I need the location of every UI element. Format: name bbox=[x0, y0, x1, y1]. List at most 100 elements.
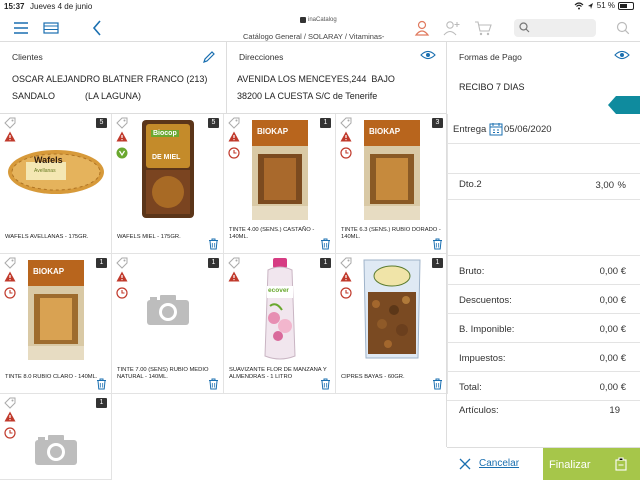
product-card[interactable]: 1 BIOKAP TINTE 8.0 RUBIO CLARO - 140ML. bbox=[0, 254, 112, 394]
product-card[interactable]: 1 BIOKAP TINTE 4.00 (SENS.) CASTAÑO - 14… bbox=[224, 114, 336, 254]
tag-icon bbox=[4, 257, 16, 269]
product-card[interactable]: 1 CIPRES BAYAS - 60GR. bbox=[336, 254, 448, 394]
warning-icon bbox=[4, 411, 16, 422]
logo-text: inaCatalog bbox=[308, 17, 337, 23]
trash-icon[interactable] bbox=[208, 238, 219, 250]
finalize-button[interactable]: Finalizar bbox=[543, 448, 640, 480]
address-line2: 38200 LA CUESTA S/C de Tenerife bbox=[237, 91, 378, 101]
product-name: SUAVIZANTE FLOR DE MANZANA Y ALMENDRAS -… bbox=[229, 367, 327, 380]
quantity-badge: 1 bbox=[320, 118, 331, 128]
dto-label: Dto.2 bbox=[459, 179, 482, 190]
warning-icon bbox=[4, 131, 16, 142]
menu-button[interactable] bbox=[10, 18, 32, 38]
product-card[interactable]: 1 TINTE 7.00 (SENS) RUBIO MEDIO NATURAL … bbox=[112, 254, 224, 394]
product-brand: BIOKAP bbox=[369, 127, 401, 136]
cart-icon bbox=[475, 21, 492, 36]
trash-icon[interactable] bbox=[432, 238, 443, 250]
warning-icon bbox=[116, 271, 128, 282]
impuestos-value: 0,00 € bbox=[599, 353, 626, 364]
cart-button[interactable] bbox=[472, 18, 494, 38]
checkout-icon bbox=[615, 457, 627, 471]
clock-icon bbox=[116, 287, 128, 299]
clock-icon bbox=[4, 427, 16, 439]
eye-icon[interactable] bbox=[420, 50, 436, 60]
articulos-row: Artículos: 19 bbox=[447, 401, 640, 421]
clientes-panel: Clientes OSCAR ALEJANDRO BLATNER FRANCO … bbox=[0, 42, 227, 114]
product-image: BIOKAP bbox=[26, 258, 86, 362]
calendar-icon[interactable] bbox=[489, 122, 503, 136]
tag-icon bbox=[4, 397, 16, 409]
bruto-label: Bruto: bbox=[459, 266, 485, 277]
edit-pencil-icon[interactable] bbox=[202, 50, 216, 64]
product-name: TINTE 6.3 (SENS.) RUBIO DORADO - 140ML. bbox=[341, 227, 441, 240]
wifi-icon bbox=[574, 1, 584, 9]
breadcrumb[interactable]: Catálogo General / SOLARAY / Vitaminas- bbox=[243, 32, 384, 41]
product-card[interactable]: 5 Wafels Avellanas WAFELS AVELLANAS - 17… bbox=[0, 114, 112, 254]
clock-icon bbox=[340, 147, 352, 159]
trash-icon[interactable] bbox=[96, 378, 107, 390]
warning-icon bbox=[228, 271, 240, 282]
dto-value[interactable]: 3,00 bbox=[596, 180, 615, 191]
close-icon[interactable] bbox=[459, 458, 471, 470]
product-brand: BIOKAP bbox=[33, 267, 65, 276]
imponible-row: B. Imponible: 0,00 € bbox=[447, 314, 640, 343]
list-view-button[interactable] bbox=[40, 18, 62, 38]
status-date: Jueves 4 de junio bbox=[30, 2, 93, 11]
status-right: 51 % bbox=[574, 1, 634, 10]
toolbar: inaCatalog Catálogo General / SOLARAY / … bbox=[0, 14, 640, 42]
quantity-badge: 1 bbox=[432, 258, 443, 268]
user-button[interactable] bbox=[411, 18, 433, 38]
cancel-button[interactable]: Cancelar bbox=[479, 458, 519, 469]
chevron-left-icon bbox=[92, 20, 101, 36]
eye-icon[interactable] bbox=[614, 50, 630, 60]
add-user-icon bbox=[443, 21, 460, 36]
product-image: ecover bbox=[260, 256, 300, 364]
trash-icon[interactable] bbox=[208, 378, 219, 390]
eco-badge-icon bbox=[116, 147, 128, 159]
user-icon bbox=[414, 20, 430, 36]
address-line1: AVENIDA LOS MENCEYES,244 BAJO bbox=[237, 74, 395, 84]
empty-row bbox=[447, 144, 640, 174]
tag-icon bbox=[228, 117, 240, 129]
collapse-tab-icon[interactable] bbox=[608, 96, 640, 114]
dto-row[interactable]: Dto.2 3,00 % bbox=[447, 174, 640, 200]
dto-unit: % bbox=[617, 180, 626, 191]
entrega-label: Entrega bbox=[453, 124, 487, 135]
warning-icon bbox=[340, 271, 352, 282]
direcciones-panel: Direcciones AVENIDA LOS MENCEYES,244 BAJ… bbox=[227, 42, 447, 114]
product-image: Wafels Avellanas bbox=[6, 144, 106, 196]
clock-icon bbox=[228, 147, 240, 159]
trash-icon[interactable] bbox=[320, 238, 331, 250]
product-card[interactable]: 1 bbox=[0, 394, 112, 480]
clock-icon bbox=[340, 287, 352, 299]
warning-icon bbox=[340, 131, 352, 142]
impuestos-label: Impuestos: bbox=[459, 353, 506, 364]
product-sub: DE MIEL bbox=[152, 154, 181, 161]
entrega-row[interactable]: Entrega 05/06/2020 bbox=[447, 114, 640, 144]
pago-panel: Formas de Pago RECIBO 7 DIAS bbox=[447, 42, 640, 114]
add-user-button[interactable] bbox=[441, 18, 463, 38]
battery-percent: 51 % bbox=[596, 1, 615, 10]
back-button[interactable] bbox=[86, 18, 108, 38]
panel-divider bbox=[446, 114, 447, 447]
product-card[interactable]: 5 Biocop DE MIEL WAFELS MIEL - 175GR. bbox=[112, 114, 224, 254]
app-logo: inaCatalog bbox=[300, 17, 337, 23]
trash-icon[interactable] bbox=[320, 378, 331, 390]
product-name: TINTE 4.00 (SENS.) CASTAÑO - 140ML. bbox=[229, 227, 315, 240]
search-input[interactable] bbox=[514, 19, 596, 37]
product-image: BIOKAP bbox=[362, 118, 422, 222]
trash-icon[interactable] bbox=[432, 378, 443, 390]
battery-icon bbox=[618, 1, 634, 10]
product-card[interactable]: 1 ecover SUAVIZANTE FLOR DE MANZANA Y AL… bbox=[224, 254, 336, 394]
warning-icon bbox=[4, 271, 16, 282]
imponible-value: 0,00 € bbox=[599, 324, 626, 335]
quantity-badge: 1 bbox=[96, 258, 107, 268]
camera-placeholder-icon bbox=[34, 434, 78, 466]
tag-icon bbox=[340, 257, 352, 269]
product-card[interactable]: 3 BIOKAP TINTE 6.3 (SENS.) RUBIO DORADO … bbox=[336, 114, 448, 254]
camera-placeholder-icon bbox=[146, 294, 190, 326]
tag-icon bbox=[228, 257, 240, 269]
entrega-date[interactable]: 05/06/2020 bbox=[504, 124, 552, 135]
search-button[interactable] bbox=[612, 18, 634, 38]
status-time: 15:37 bbox=[4, 2, 25, 11]
